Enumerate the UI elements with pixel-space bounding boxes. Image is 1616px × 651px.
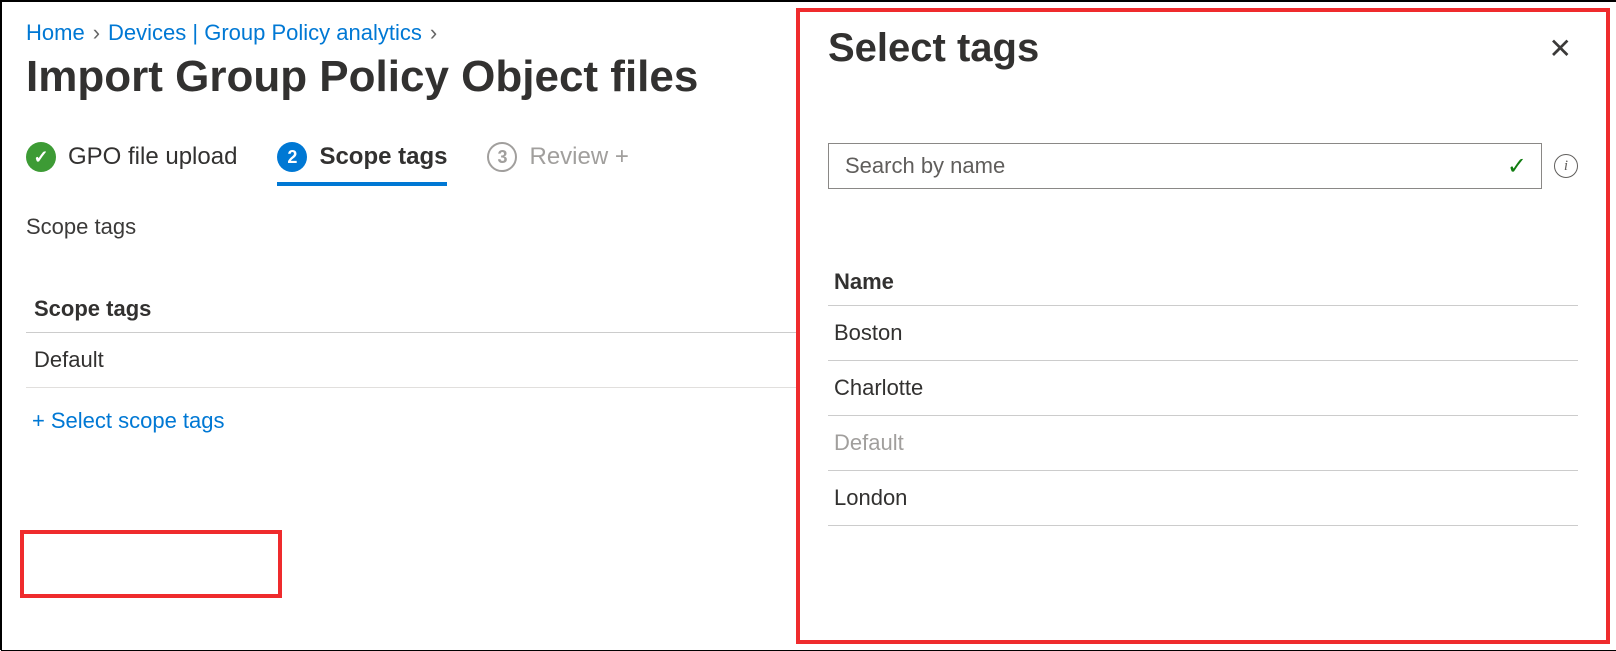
flyout-title: Select tags (828, 26, 1039, 71)
info-icon[interactable]: i (1554, 154, 1578, 178)
results-column-header: Name (828, 259, 1578, 306)
search-row: ✓ i (828, 143, 1578, 189)
check-icon (26, 142, 56, 172)
plus-icon: + (32, 408, 45, 434)
step-label: Scope tags (319, 143, 447, 171)
annotation-highlight (20, 530, 282, 598)
tag-option-default: Default (828, 416, 1578, 471)
select-tags-flyout: Select tags ✕ ✓ i Name Boston Charlotte … (796, 8, 1610, 644)
select-scope-tags-button[interactable]: + Select scope tags (26, 388, 235, 452)
breadcrumb-separator-icon: › (430, 20, 437, 46)
tags-results: Name Boston Charlotte Default London (828, 259, 1578, 526)
step-label: GPO file upload (68, 143, 237, 171)
step-gpo-file-upload[interactable]: GPO file upload (26, 142, 237, 186)
close-icon: ✕ (1549, 33, 1572, 64)
search-input-wrapper[interactable]: ✓ (828, 143, 1542, 189)
search-input[interactable] (843, 152, 1507, 180)
breadcrumb-home[interactable]: Home (26, 20, 85, 46)
step-scope-tags[interactable]: 2 Scope tags (277, 142, 447, 186)
breadcrumb-separator-icon: › (93, 20, 100, 46)
tag-option-boston[interactable]: Boston (828, 306, 1578, 361)
step-label: Review + (529, 143, 628, 171)
checkmark-icon: ✓ (1507, 152, 1527, 181)
tag-option-charlotte[interactable]: Charlotte (828, 361, 1578, 416)
select-scope-tags-label: Select scope tags (51, 408, 225, 434)
step-number-icon: 3 (487, 142, 517, 172)
step-number-icon: 2 (277, 142, 307, 172)
step-review-create: 3 Review + (487, 142, 628, 186)
close-button[interactable]: ✕ (1543, 31, 1578, 67)
flyout-header: Select tags ✕ (828, 26, 1578, 71)
breadcrumb-devices[interactable]: Devices | Group Policy analytics (108, 20, 422, 46)
tag-option-london[interactable]: London (828, 471, 1578, 526)
